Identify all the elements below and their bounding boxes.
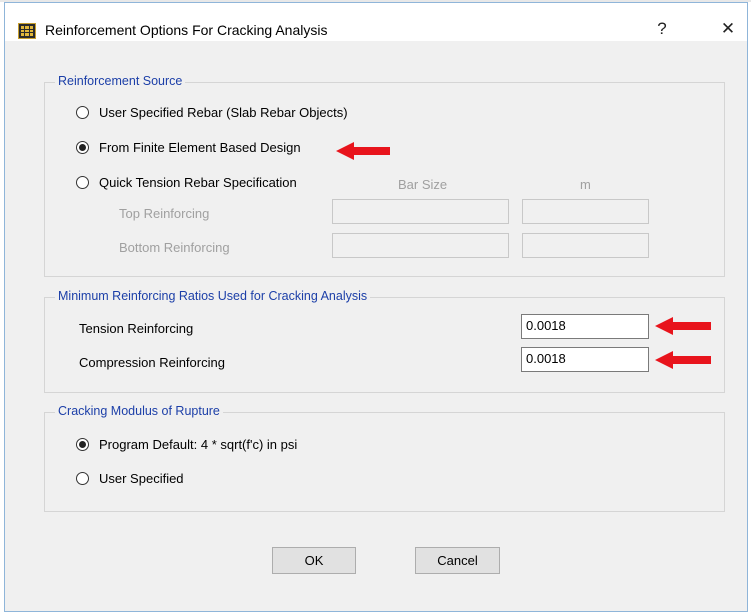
help-button[interactable]: ? xyxy=(647,17,677,41)
radio-user-specified[interactable]: User Specified xyxy=(76,471,184,486)
spacing-column-header: m xyxy=(580,177,591,192)
radio-icon[interactable] xyxy=(76,472,89,485)
top-reinforcing-label: Top Reinforcing xyxy=(119,206,210,221)
bottom-reinforcing-label: Bottom Reinforcing xyxy=(119,240,230,255)
radio-label: User Specified xyxy=(99,471,184,486)
annotation-arrow-icon xyxy=(336,142,390,160)
radio-program-default[interactable]: Program Default: 4 * sqrt(f'c) in psi xyxy=(76,437,297,452)
compression-reinforcing-label: Compression Reinforcing xyxy=(79,355,225,370)
close-button[interactable]: ✕ xyxy=(713,17,743,41)
cancel-button[interactable]: Cancel xyxy=(415,547,500,574)
radio-label: From Finite Element Based Design xyxy=(99,140,301,155)
radio-selected-icon[interactable] xyxy=(76,141,89,154)
bottom-bar-size-field[interactable] xyxy=(332,233,509,258)
radio-selected-icon[interactable] xyxy=(76,438,89,451)
radio-icon[interactable] xyxy=(76,176,89,189)
group-title: Cracking Modulus of Rupture xyxy=(55,404,223,418)
radio-user-specified-rebar[interactable]: User Specified Rebar (Slab Rebar Objects… xyxy=(76,105,348,120)
dialog-title: Reinforcement Options For Cracking Analy… xyxy=(45,22,328,38)
title-bar[interactable]: Reinforcement Options For Cracking Analy… xyxy=(5,3,747,41)
radio-finite-element-design[interactable]: From Finite Element Based Design xyxy=(76,140,301,155)
radio-label: User Specified Rebar (Slab Rebar Objects… xyxy=(99,105,348,120)
bottom-spacing-field[interactable] xyxy=(522,233,649,258)
modulus-of-rupture-group: Cracking Modulus of Rupture xyxy=(44,404,725,512)
app-icon xyxy=(18,23,36,39)
annotation-arrow-icon xyxy=(655,317,711,335)
compression-reinforcing-input[interactable]: 0.0018 xyxy=(521,347,649,372)
radio-quick-tension-rebar[interactable]: Quick Tension Rebar Specification xyxy=(76,175,297,190)
minimum-ratios-group: Minimum Reinforcing Ratios Used for Crac… xyxy=(44,289,725,393)
radio-label: Program Default: 4 * sqrt(f'c) in psi xyxy=(99,437,298,452)
tension-reinforcing-label: Tension Reinforcing xyxy=(79,321,194,336)
top-bar-size-field[interactable] xyxy=(332,199,509,224)
ok-button[interactable]: OK xyxy=(272,547,356,574)
group-title: Minimum Reinforcing Ratios Used for Crac… xyxy=(55,289,371,303)
radio-label: Quick Tension Rebar Specification xyxy=(99,175,297,190)
annotation-arrow-icon xyxy=(655,351,711,369)
bar-size-column-header: Bar Size xyxy=(398,177,448,192)
tension-reinforcing-input[interactable]: 0.0018 xyxy=(521,314,649,339)
group-title: Reinforcement Source xyxy=(55,74,186,88)
top-spacing-field[interactable] xyxy=(522,199,649,224)
radio-icon[interactable] xyxy=(76,106,89,119)
